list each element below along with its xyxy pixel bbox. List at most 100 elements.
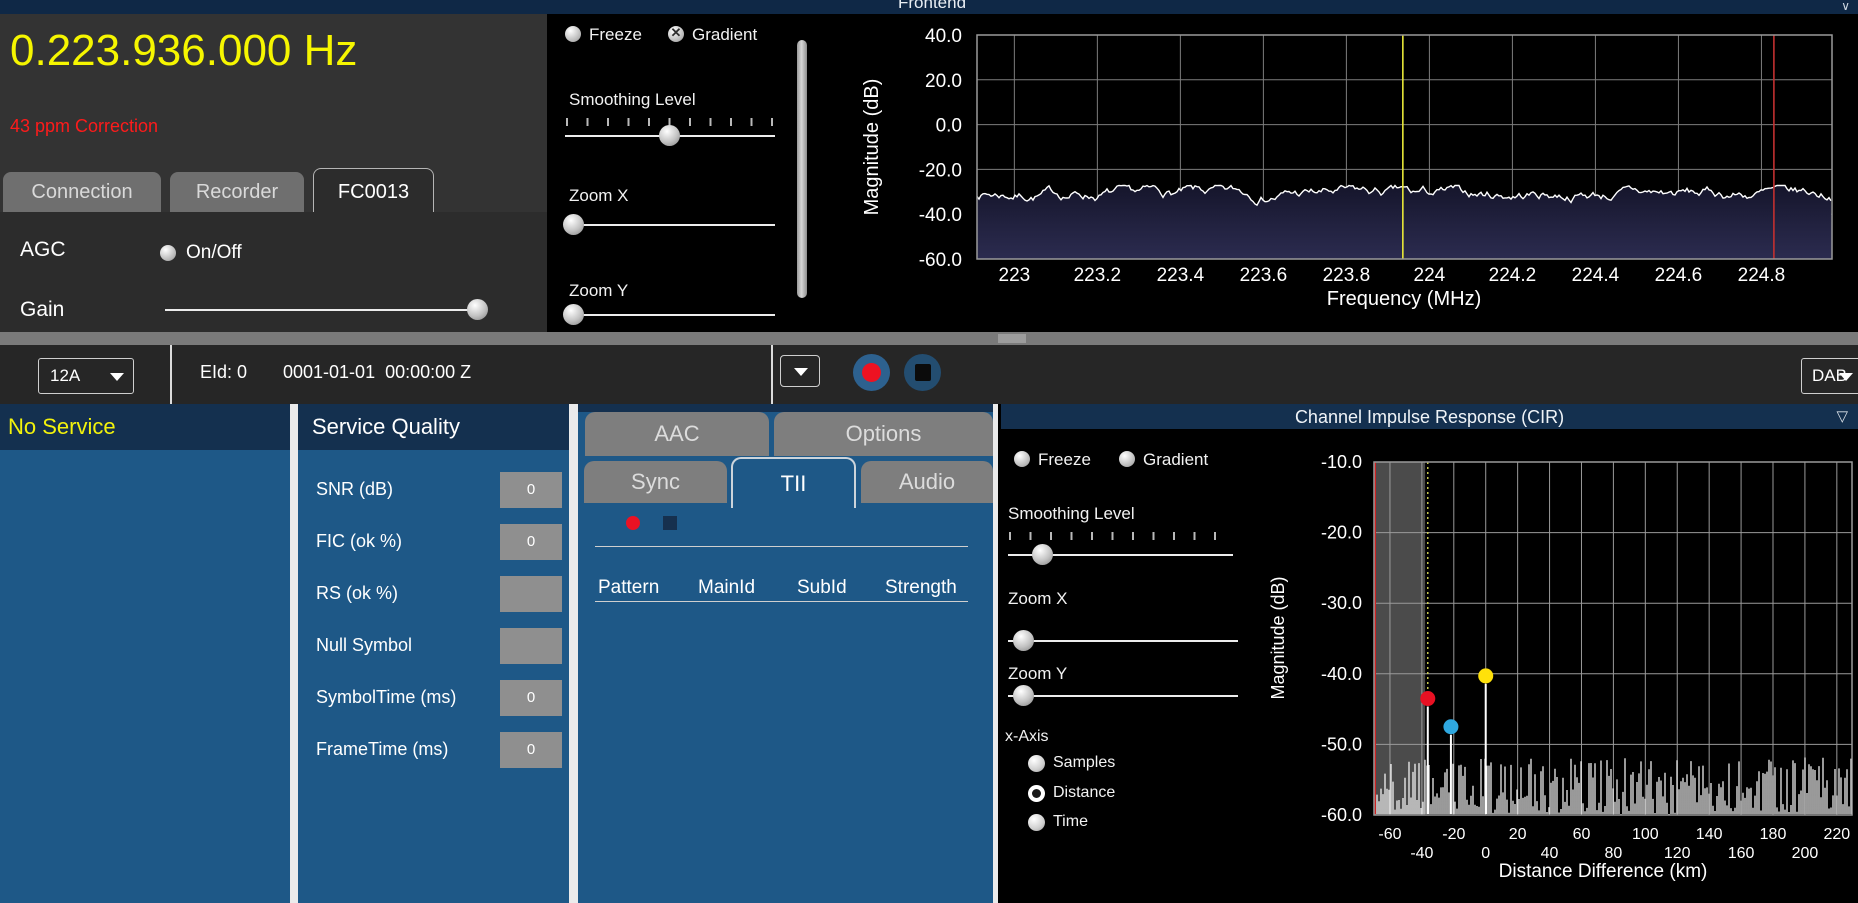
- frontend-zoomx-handle[interactable]: [563, 214, 584, 235]
- gain-slider-track[interactable]: [165, 309, 482, 311]
- stop-button[interactable]: [904, 354, 941, 391]
- detail-panel-top-strip: [578, 404, 993, 412]
- cir-zoomy-handle[interactable]: [1013, 685, 1034, 706]
- channel-value: 12A: [50, 366, 81, 385]
- cir-xaxis-label-samples: Samples: [1053, 754, 1116, 771]
- cir-title: Channel Impulse Response (CIR): [1294, 407, 1565, 427]
- vertical-splitter-handle[interactable]: [797, 40, 807, 298]
- sq-value-rs: [500, 576, 562, 612]
- cir-gradient-label: Gradient: [1143, 450, 1209, 469]
- cir-xaxis-group-label: x-Axis: [1005, 728, 1049, 745]
- frontend-chart-zone: [547, 14, 1858, 332]
- service-quality-body: SNR (dB) 0 FIC (ok %) 0 RS (ok %) Null S…: [298, 450, 569, 903]
- tab-recorder[interactable]: Recorder: [170, 172, 304, 212]
- cir-xaxis-radio-samples[interactable]: [1028, 755, 1045, 772]
- sq-label-rs: RS (ok %): [316, 583, 399, 603]
- frontend-panel-titlebar: Frontend ∨: [0, 0, 1858, 14]
- sq-label-symboltime: SymbolTime (ms): [316, 687, 457, 707]
- cir-freeze-label: Freeze: [1038, 450, 1091, 469]
- sq-value-symboltime: 0: [500, 680, 562, 716]
- cir-smoothing-ticks: [1009, 532, 1233, 540]
- gain-label: Gain: [20, 298, 65, 321]
- frontend-zoomx-label: Zoom X: [569, 186, 629, 205]
- sq-value-frametime: 0: [500, 732, 562, 768]
- sq-label-nullsymbol: Null Symbol: [316, 635, 413, 655]
- tuner-tab-content: [0, 212, 547, 332]
- record-options-dropdown[interactable]: [780, 355, 820, 387]
- splitter-grip: [998, 334, 1026, 343]
- service-list-body[interactable]: [0, 450, 290, 903]
- stop-icon: [915, 364, 931, 381]
- panel-divider-2[interactable]: [569, 404, 578, 903]
- transport-bar: 12A EId: 0 0001-01-01 00:00:00 Z DAB: [0, 345, 1858, 404]
- tii-col-pattern: Pattern: [598, 577, 660, 598]
- cir-zoomx-track[interactable]: [1008, 640, 1238, 642]
- record-icon: [862, 363, 881, 382]
- frontend-zoomx-track[interactable]: [565, 224, 775, 226]
- mode-combobox[interactable]: DAB: [1801, 358, 1858, 394]
- frontend-zoomy-handle[interactable]: [563, 304, 584, 325]
- tii-record-indicator-icon[interactable]: [626, 516, 640, 530]
- no-service-label: No Service: [8, 414, 116, 439]
- tab-fc0013[interactable]: FC0013: [313, 168, 434, 212]
- cir-xaxis-label-distance: Distance: [1053, 784, 1116, 801]
- frontend-gradient-checkbox[interactable]: ✕: [668, 25, 684, 42]
- chevron-down-icon: [1839, 373, 1853, 381]
- cir-smoothing-label: Smoothing Level: [1008, 504, 1135, 523]
- ppm-correction-label: 43 ppm Correction: [10, 116, 159, 136]
- frontend-gradient-label: Gradient: [692, 25, 758, 44]
- frontend-smoothing-label: Smoothing Level: [569, 90, 696, 109]
- transport-divider-2: [771, 345, 773, 404]
- cir-freeze-checkbox[interactable]: [1014, 451, 1030, 467]
- channel-combobox[interactable]: 12A: [38, 358, 134, 394]
- agc-label: AGC: [20, 238, 66, 261]
- tab-aac[interactable]: AAC: [585, 412, 769, 456]
- tab-options[interactable]: Options: [774, 412, 993, 456]
- cir-header: Channel Impulse Response (CIR) ▽: [1001, 404, 1858, 429]
- cir-zoomy-label: Zoom Y: [1008, 664, 1068, 683]
- tab-connection[interactable]: Connection: [3, 172, 161, 212]
- service-quality-title: Service Quality: [312, 414, 460, 439]
- checked-x-icon: ✕: [670, 25, 682, 40]
- cir-xaxis-radio-distance[interactable]: [1028, 785, 1045, 802]
- collapse-chevron-icon[interactable]: ∨: [1841, 0, 1850, 13]
- tab-audio[interactable]: Audio: [861, 461, 993, 503]
- agc-toggle-label: On/Off: [186, 242, 242, 263]
- panel-divider-1[interactable]: [290, 404, 298, 903]
- tii-separator: [595, 546, 968, 547]
- tii-col-subid: SubId: [797, 577, 847, 598]
- cir-xaxis-label-time: Time: [1053, 813, 1088, 830]
- cir-gradient-checkbox[interactable]: [1119, 451, 1135, 467]
- sq-value-nullsymbol: [500, 628, 562, 664]
- dab-receiver-window: Frontend ∨ 0.223.936.000 Hz 43 ppm Corre…: [0, 0, 1858, 903]
- tii-stop-indicator-icon[interactable]: [663, 516, 677, 530]
- frontend-freeze-checkbox[interactable]: [565, 26, 581, 42]
- frontend-smoothing-handle[interactable]: [659, 125, 680, 146]
- cir-zoomx-handle[interactable]: [1013, 630, 1034, 651]
- tii-col-strength: Strength: [885, 577, 957, 598]
- ensemble-id-label: EId: 0: [200, 362, 248, 382]
- gain-slider-handle[interactable]: [467, 299, 488, 320]
- chevron-down-icon: [110, 373, 124, 381]
- transport-divider: [170, 345, 172, 404]
- horizontal-splitter[interactable]: [0, 332, 1858, 345]
- service-quality-header: Service Quality: [298, 404, 569, 450]
- cir-zoomy-track[interactable]: [1008, 695, 1238, 697]
- cir-collapse-icon[interactable]: ▽: [1836, 407, 1848, 425]
- agc-toggle[interactable]: [160, 245, 176, 261]
- timestamp-label: 0001-01-01 00:00:00 Z: [283, 362, 472, 382]
- cir-xaxis-radio-time[interactable]: [1028, 814, 1045, 831]
- cir-smoothing-handle[interactable]: [1032, 544, 1053, 565]
- sq-label-fic: FIC (ok %): [316, 531, 403, 551]
- frontend-zoomy-label: Zoom Y: [569, 281, 629, 300]
- sq-label-frametime: FrameTime (ms): [316, 739, 449, 759]
- record-button[interactable]: [853, 354, 890, 391]
- sq-label-snr: SNR (dB): [316, 479, 394, 499]
- chevron-down-icon: [794, 368, 808, 376]
- cir-panel: Channel Impulse Response (CIR) ▽ Freeze …: [1001, 404, 1858, 903]
- frontend-zoomy-track[interactable]: [565, 314, 775, 316]
- tuned-frequency-readout: 0.223.936.000 Hz: [10, 26, 358, 75]
- tab-tii[interactable]: TII: [731, 457, 856, 508]
- tab-sync[interactable]: Sync: [584, 461, 727, 503]
- frontend-freeze-label: Freeze: [589, 25, 642, 44]
